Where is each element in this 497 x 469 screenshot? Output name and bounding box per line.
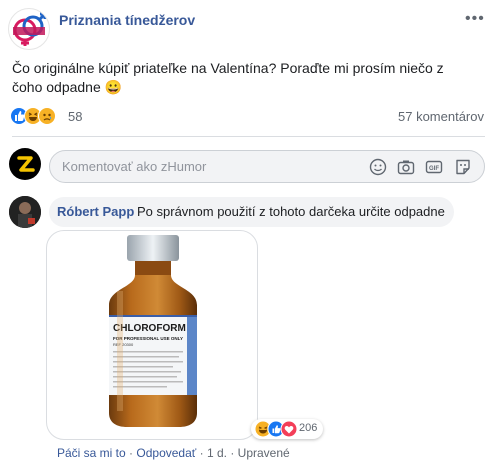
gif-icon[interactable]: GIF (425, 158, 443, 176)
bottle-sublabel: FOR PROFESSIONAL USE ONLY (113, 336, 183, 341)
comment-placeholder: Komentovať ako zHumor (62, 159, 207, 174)
separator: · (199, 446, 204, 460)
bottle-label: CHLOROFORM (113, 323, 186, 334)
sticker-icon[interactable] (454, 158, 472, 176)
divider (12, 136, 485, 137)
emoji-icon[interactable] (369, 158, 387, 176)
camera-icon[interactable] (397, 158, 415, 176)
comment-reactions[interactable]: 206 (251, 419, 323, 439)
more-options-icon[interactable]: ••• (465, 10, 485, 28)
page-name[interactable]: Priznania tínedžerov (59, 12, 195, 28)
reply-link[interactable]: Odpovedať (136, 446, 196, 460)
bottle-ref: REF 20300 (113, 342, 134, 347)
post-text: Čo originálne kúpiť priateľke na Valentí… (12, 60, 444, 95)
comment-author-avatar[interactable] (9, 196, 41, 228)
comment-reaction-icons (254, 420, 298, 438)
comment-timestamp[interactable]: 1 d. (207, 446, 227, 460)
comment-author[interactable]: Róbert Papp (57, 204, 134, 219)
separator: · (230, 446, 235, 460)
comment-bubble: Róbert Papp Po správnom použití z tohoto… (49, 197, 454, 227)
comment-text: Po správnom použití z tohoto darčeka urč… (137, 204, 445, 219)
bottle-image: CHLOROFORM FOR PROFESSIONAL USE ONLY REF… (109, 235, 197, 427)
commenter-avatar[interactable] (9, 148, 41, 180)
reaction-count[interactable]: 58 (68, 109, 82, 124)
love-icon (280, 420, 298, 438)
zhumor-logo-icon (17, 156, 35, 172)
page-avatar[interactable] (8, 8, 50, 50)
comment-reaction-count: 206 (299, 422, 318, 434)
sad-icon (38, 107, 56, 125)
comment-photo[interactable]: CHLOROFORM FOR PROFESSIONAL USE ONLY REF… (46, 230, 258, 440)
page-logo-icon (13, 12, 47, 46)
comments-count[interactable]: 57 komentárov (398, 109, 484, 124)
comment-input[interactable]: Komentovať ako zHumor GIF (49, 150, 485, 183)
avatar-photo-icon (9, 196, 41, 228)
svg-text:GIF: GIF (429, 166, 439, 172)
edited-label[interactable]: Upravené (238, 446, 290, 460)
like-comment-link[interactable]: Páči sa mi to (57, 446, 126, 460)
comment-actions: Páči sa mi to · Odpovedať · 1 d. · Uprav… (57, 446, 290, 460)
